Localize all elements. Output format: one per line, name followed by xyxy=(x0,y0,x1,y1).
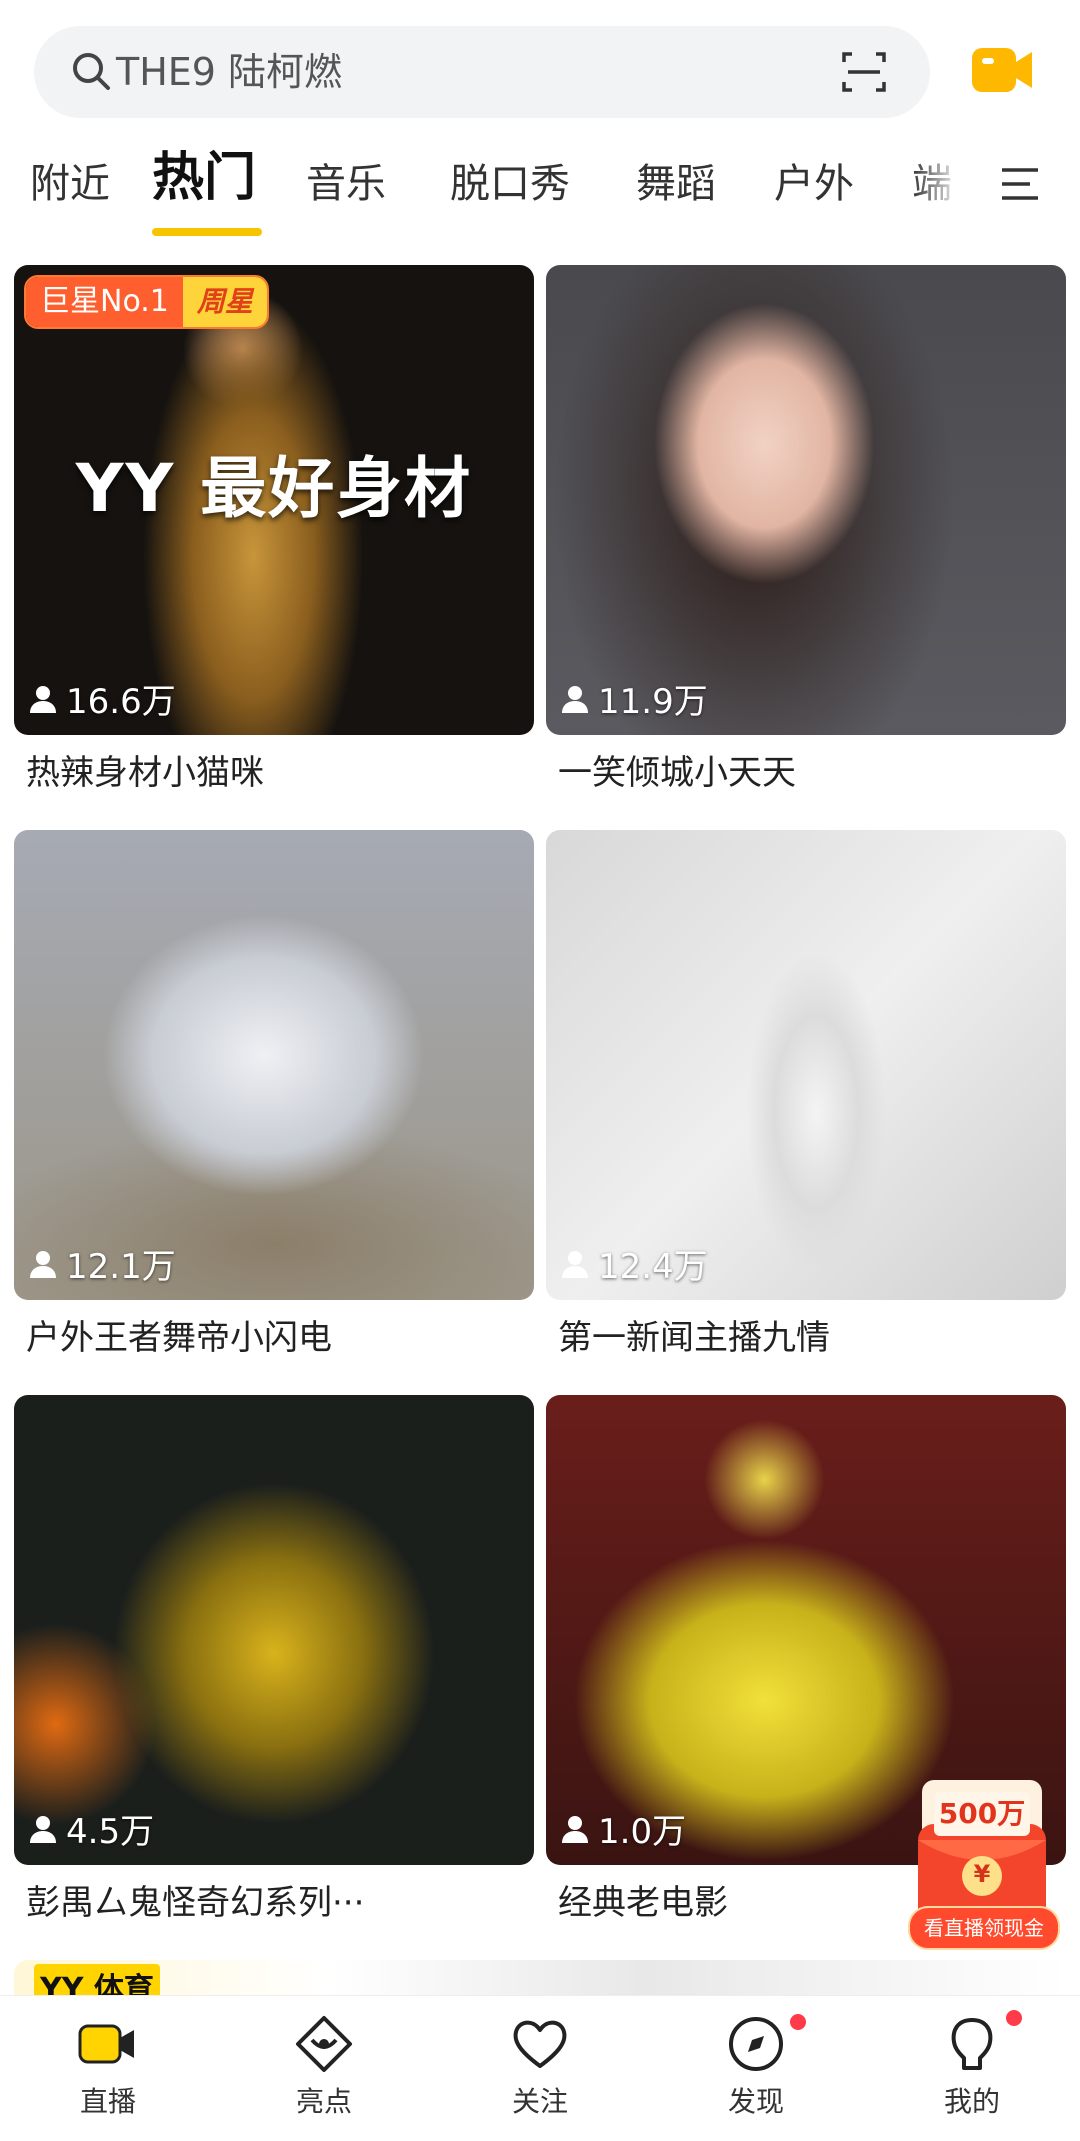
nav-live[interactable]: 直播 xyxy=(38,1996,178,2141)
eye-icon xyxy=(296,2016,352,2072)
card-title: 彭禺厶鬼怪奇幻系列··· xyxy=(26,1883,365,1923)
nav-label: 亮点 xyxy=(295,2085,352,2118)
card-title: 户外王者舞帝小闪电 xyxy=(26,1318,332,1358)
nav-label: 发现 xyxy=(727,2085,784,2118)
live-card[interactable]: 11.9万 一笑倾城小天天 xyxy=(546,265,1066,797)
tab-hot[interactable]: 热门 xyxy=(152,148,256,208)
nav-profile[interactable]: 我的 xyxy=(902,1996,1042,2141)
card-thumbnail[interactable]: 12.1万 xyxy=(14,830,534,1300)
heart-icon xyxy=(513,2020,567,2068)
nav-discover[interactable]: 发现 xyxy=(686,1996,826,2141)
category-tabs: 附近 热门 音乐 脱口秀 舞蹈 户外 端 xyxy=(0,140,1080,240)
user-icon xyxy=(562,1815,588,1843)
viewer-count: 16.6万 xyxy=(28,674,176,723)
user-icon xyxy=(562,685,588,713)
viewer-count-text: 12.4万 xyxy=(598,1247,708,1287)
tab-nearby[interactable]: 附近 xyxy=(30,154,110,214)
viewer-count: 12.4万 xyxy=(560,1239,708,1288)
user-icon xyxy=(30,685,56,713)
card-thumbnail[interactable]: 4.5万 xyxy=(14,1395,534,1865)
tab-talk-show[interactable]: 脱口秀 xyxy=(450,154,570,214)
tab-fade xyxy=(912,150,982,220)
live-room-icon[interactable] xyxy=(970,40,1036,100)
card-thumbnail[interactable]: 12.4万 xyxy=(546,830,1066,1300)
nav-follow[interactable]: 关注 xyxy=(470,1996,610,2141)
viewer-count: 11.9万 xyxy=(560,674,708,723)
profile-icon xyxy=(951,2018,993,2070)
viewer-count-text: 16.6万 xyxy=(66,682,176,722)
nav-label: 我的 xyxy=(943,2085,1000,2118)
scan-icon[interactable] xyxy=(840,48,888,96)
tab-music[interactable]: 音乐 xyxy=(306,154,386,214)
live-card[interactable]: 4.5万 彭禺厶鬼怪奇幻系列··· xyxy=(14,1395,534,1927)
notification-dot xyxy=(1006,2010,1022,2026)
notification-dot xyxy=(790,2014,806,2030)
bottom-nav: 直播 亮点 关注 发现 我的 xyxy=(0,1995,1080,2141)
rank-badge: 巨星No.1 周星 xyxy=(24,275,269,329)
nav-label: 关注 xyxy=(511,2085,568,2118)
card-title: 一笑倾城小天天 xyxy=(558,753,796,793)
menu-icon[interactable] xyxy=(1000,166,1040,202)
viewer-count: 12.1万 xyxy=(28,1239,176,1288)
viewer-count-text: 11.9万 xyxy=(598,682,708,722)
live-card[interactable]: 巨星No.1 周星 YY 最好身材 16.6万 热辣身材小猫咪 xyxy=(14,265,534,797)
user-icon xyxy=(30,1250,56,1278)
live-card[interactable]: 12.4万 第一新闻主播九情 xyxy=(546,830,1066,1362)
red-packet-amount: 500万 xyxy=(934,1792,1030,1836)
active-tab-indicator xyxy=(152,228,262,236)
viewer-count-text: 1.0万 xyxy=(598,1812,687,1852)
yuan-symbol: ¥ xyxy=(973,1860,991,1888)
nav-highlights[interactable]: 亮点 xyxy=(254,1996,394,2141)
nav-label: 直播 xyxy=(79,2085,136,2118)
search-bar[interactable]: THE9 陆柯燃 xyxy=(34,26,930,118)
card-thumbnail[interactable]: 巨星No.1 周星 YY 最好身材 16.6万 xyxy=(14,265,534,735)
promo-banner[interactable]: YY 体育 xyxy=(14,1960,1066,2000)
card-title: 第一新闻主播九情 xyxy=(558,1318,830,1358)
rank-badge-label: 巨星No.1 xyxy=(26,277,183,327)
red-packet-caption: 看直播领现金 xyxy=(908,1906,1060,1950)
card-thumbnail[interactable]: 11.9万 xyxy=(546,265,1066,735)
viewer-count: 1.0万 xyxy=(560,1804,686,1853)
viewer-count-text: 12.1万 xyxy=(66,1247,176,1287)
weekly-star-label: 周星 xyxy=(182,277,267,327)
search-icon xyxy=(73,53,110,90)
compass-icon xyxy=(729,2017,783,2071)
tab-dance[interactable]: 舞蹈 xyxy=(636,154,716,214)
search-placeholder: THE9 陆柯燃 xyxy=(116,50,343,94)
red-packet-button[interactable]: 500万 ¥ 看直播领现金 xyxy=(908,1780,1060,1955)
card-title: 热辣身材小猫咪 xyxy=(26,753,264,793)
viewer-count: 4.5万 xyxy=(28,1804,154,1853)
overlay-title: YY 最好身材 xyxy=(75,450,473,527)
live-card[interactable]: 12.1万 户外王者舞帝小闪电 xyxy=(14,830,534,1362)
tab-outdoor[interactable]: 户外 xyxy=(774,154,854,214)
user-icon xyxy=(562,1250,588,1278)
user-icon xyxy=(30,1815,56,1843)
live-camera-icon xyxy=(78,2024,134,2064)
viewer-count-text: 4.5万 xyxy=(66,1812,155,1852)
